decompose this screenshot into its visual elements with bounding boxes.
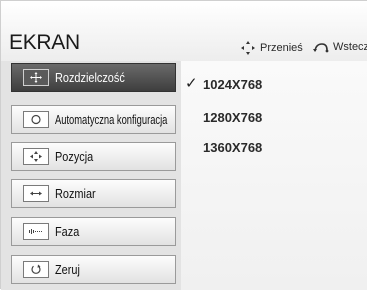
phase-icon [23, 223, 49, 240]
reset-icon [23, 261, 49, 278]
menu-item-label: Automatyczna konfiguracja [55, 112, 168, 127]
move-hint-label: Przenieś [260, 42, 303, 54]
size-icon [23, 185, 49, 202]
back-hint[interactable]: Wstecz [312, 41, 367, 53]
auto-config-icon [23, 111, 49, 128]
back-arrow-icon [313, 43, 329, 53]
menu-item-reset[interactable]: Zeruj [11, 255, 176, 284]
page-title: EKRAN [9, 31, 80, 54]
back-hint-label: Wstecz [333, 41, 367, 53]
move-arrows-icon [241, 41, 255, 55]
menu-item-size[interactable]: Rozmiar [11, 179, 176, 208]
option-1280x768[interactable]: 1280X768 [203, 110, 262, 125]
menu-item-phase[interactable]: Faza [11, 217, 176, 246]
checkmark-icon: ✓ [185, 75, 198, 92]
options-panel [181, 61, 367, 290]
menu-item-label: Rozmiar [55, 186, 96, 201]
move-cross-icon [23, 69, 49, 86]
menu-item-label: Faza [55, 224, 80, 239]
menu-item-auto-config[interactable]: Automatyczna konfiguracja [11, 105, 176, 134]
menu-item-position[interactable]: Pozycja [11, 142, 176, 171]
menu-item-resolution[interactable]: Rozdzielczość [11, 63, 176, 92]
menu-item-label: Pozycja [55, 149, 94, 164]
osd-screen: EKRAN Przenieś Wstecz Rozdzielczość Auto… [0, 0, 367, 290]
position-icon [23, 148, 49, 165]
option-1024x768[interactable]: 1024X768 [203, 77, 262, 92]
menu-item-label: Zeruj [55, 262, 80, 277]
menu-item-label: Rozdzielczość [55, 70, 125, 85]
header-bar: EKRAN Przenieś Wstecz [1, 1, 367, 62]
option-1360x768[interactable]: 1360X768 [203, 140, 262, 155]
move-hint: Przenieś [239, 41, 303, 55]
